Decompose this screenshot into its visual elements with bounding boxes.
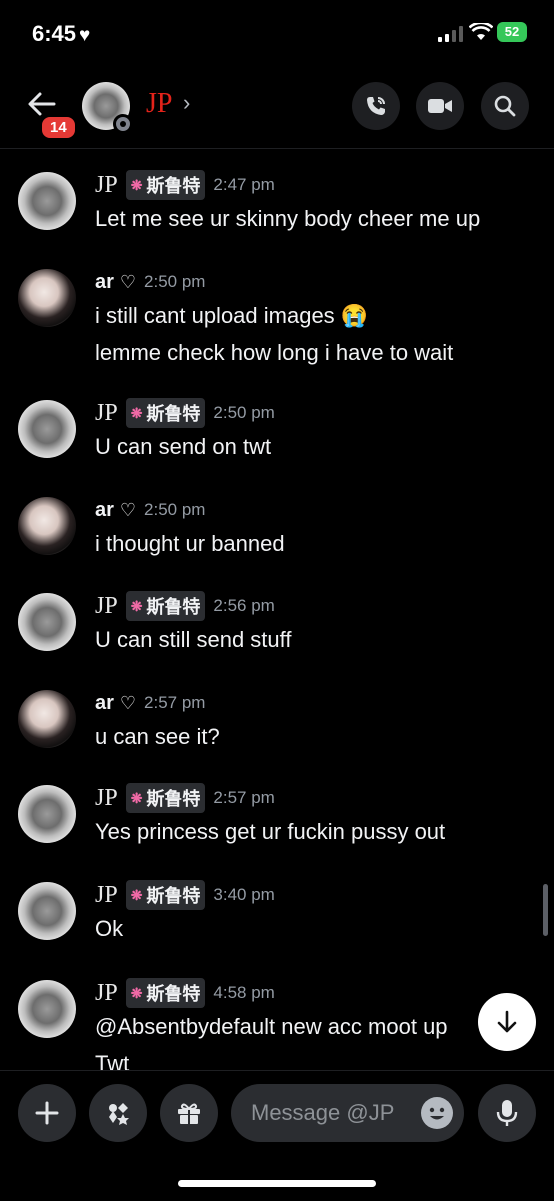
battery-icon: 52 — [497, 22, 527, 42]
leaf-icon: ❋ — [130, 886, 143, 903]
username[interactable]: JP — [95, 593, 118, 620]
search-icon — [494, 95, 516, 117]
message-input[interactable]: Message @JP — [231, 1084, 464, 1142]
wifi-icon — [469, 23, 493, 40]
timestamp: 2:56 pm — [213, 596, 275, 615]
message-text[interactable]: Yes princess get ur fuckin pussy out — [95, 819, 445, 845]
timestamp: 2:50 pm — [144, 500, 206, 519]
search-button[interactable] — [481, 82, 529, 130]
username[interactable]: JP — [95, 172, 118, 199]
video-camera-icon — [428, 99, 452, 113]
chevron-right-icon[interactable]: › — [183, 90, 190, 116]
gift-button[interactable] — [160, 1084, 218, 1142]
avatar[interactable] — [18, 690, 76, 748]
timestamp: 4:58 pm — [213, 983, 275, 1002]
timestamp: 3:40 pm — [213, 885, 275, 904]
voice-call-button[interactable] — [352, 82, 400, 130]
emoji-icon[interactable] — [421, 1097, 453, 1129]
message-text[interactable]: u can see it? — [95, 724, 220, 750]
phone-icon — [367, 97, 385, 115]
apps-icon — [109, 1103, 129, 1125]
add-attachment-button[interactable] — [18, 1084, 76, 1142]
username[interactable]: JP — [95, 980, 118, 1007]
avatar[interactable] — [18, 593, 76, 651]
microphone-icon — [496, 1100, 518, 1126]
message-text[interactable]: U can send on twt — [95, 434, 271, 460]
heart-icon: ♥ — [79, 25, 91, 46]
leaf-icon: ❋ — [130, 984, 143, 1001]
username[interactable]: ar — [95, 271, 114, 294]
channel-name[interactable]: JP — [146, 88, 172, 120]
message-text[interactable]: @Absentbydefault new acc moot up — [95, 1014, 448, 1040]
username[interactable]: JP — [95, 882, 118, 909]
server-tag[interactable]: ❋ 斯鲁特 — [125, 398, 206, 428]
message-text[interactable]: Ok — [95, 916, 123, 942]
timestamp: 2:57 pm — [144, 693, 206, 712]
avatar[interactable] — [18, 400, 76, 458]
plus-icon — [35, 1101, 59, 1125]
gift-icon — [178, 1103, 200, 1124]
message-text[interactable]: i thought ur banned — [95, 531, 285, 557]
video-call-button[interactable] — [416, 82, 464, 130]
avatar[interactable] — [18, 980, 76, 1038]
username[interactable]: JP — [95, 400, 118, 427]
message-text[interactable]: lemme check how long i have to wait — [95, 340, 453, 366]
unread-badge: 14 — [39, 114, 78, 141]
timestamp: 2:57 pm — [213, 788, 275, 807]
apps-button[interactable] — [89, 1084, 147, 1142]
message-placeholder: Message @JP — [251, 1100, 395, 1125]
message-text[interactable]: Let me see ur skinny body cheer me up — [95, 206, 480, 232]
heart-outline-icon: ♡ — [119, 499, 137, 520]
timestamp: 2:50 pm — [213, 403, 275, 422]
username[interactable]: JP — [95, 785, 118, 812]
chat-header: 14 JP › — [0, 70, 554, 149]
timestamp: 2:50 pm — [144, 272, 206, 291]
server-tag[interactable]: ❋ 斯鲁特 — [125, 783, 206, 813]
avatar[interactable] — [18, 269, 76, 327]
timestamp: 2:47 pm — [213, 175, 275, 194]
username[interactable]: ar — [95, 692, 114, 715]
status-bar: 6:45 ♥ 52 — [0, 0, 554, 68]
signal-icon — [438, 26, 463, 42]
heart-outline-icon: ♡ — [119, 692, 137, 713]
offline-status-icon — [113, 114, 133, 134]
status-time: 6:45 ♥ — [32, 21, 91, 46]
avatar[interactable] — [18, 882, 76, 940]
leaf-icon: ❋ — [130, 404, 143, 421]
heart-outline-icon: ♡ — [119, 271, 137, 292]
server-tag[interactable]: ❋ 斯鲁特 — [125, 591, 206, 621]
server-tag[interactable]: ❋ 斯鲁特 — [125, 880, 206, 910]
arrow-down-icon — [497, 1010, 517, 1033]
leaf-icon: ❋ — [130, 176, 143, 193]
voice-message-button[interactable] — [478, 1084, 536, 1142]
server-tag[interactable]: ❋ 斯鲁特 — [125, 170, 206, 200]
message-text[interactable]: U can still send stuff — [95, 627, 291, 653]
avatar[interactable] — [18, 497, 76, 555]
avatar[interactable] — [18, 785, 76, 843]
jump-to-latest-button[interactable] — [478, 993, 536, 1051]
avatar[interactable] — [18, 172, 76, 230]
message-text[interactable]: i still cant upload images 😭 — [95, 303, 368, 329]
username[interactable]: ar — [95, 499, 114, 522]
leaf-icon: ❋ — [130, 789, 143, 806]
home-indicator — [178, 1180, 376, 1187]
scrollbar[interactable] — [543, 884, 548, 936]
leaf-icon: ❋ — [130, 597, 143, 614]
server-tag[interactable]: ❋ 斯鲁特 — [125, 978, 206, 1008]
